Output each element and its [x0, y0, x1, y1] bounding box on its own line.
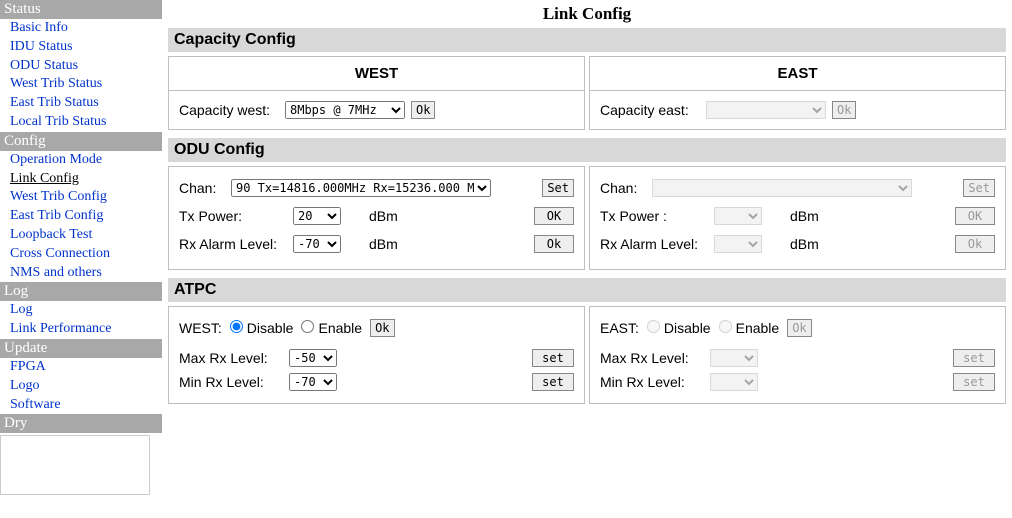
atpc-west-maxrx-label: Max Rx Level:: [179, 350, 289, 366]
odu-west-chan-label: Chan:: [179, 180, 225, 196]
nav-link[interactable]: Logo: [0, 377, 162, 396]
atpc-section-title: ATPC: [168, 278, 1006, 302]
odu-east-chan-select[interactable]: [652, 179, 912, 197]
odu-west-rxal-label: Rx Alarm Level:: [179, 236, 289, 252]
nav-link[interactable]: Basic Info: [0, 19, 162, 38]
atpc-west-maxrx-set-button[interactable]: set: [532, 349, 574, 367]
odu-west-txp-select[interactable]: 20: [293, 207, 341, 225]
nav-link[interactable]: West Trib Status: [0, 75, 162, 94]
nav-link[interactable]: IDU Status: [0, 38, 162, 57]
sidebar: StatusBasic InfoIDU StatusODU StatusWest…: [0, 0, 162, 495]
nav-link[interactable]: East Trib Status: [0, 94, 162, 113]
atpc-east-panel: EAST: Disable Enable Ok Max Rx Level: se…: [589, 306, 1006, 404]
odu-east-txp-label: Tx Power :: [600, 208, 710, 224]
atpc-west-minrx-label: Min Rx Level:: [179, 374, 289, 390]
odu-west-txp-unit: dBm: [367, 208, 398, 224]
main-content: Link Config Capacity Config WEST Capacit…: [162, 0, 1012, 495]
capacity-east-panel: EAST Capacity east: Ok: [589, 56, 1006, 130]
atpc-east-ok-button[interactable]: Ok: [787, 319, 811, 337]
nav-link[interactable]: FPGA: [0, 358, 162, 377]
odu-east-rxal-unit: dBm: [788, 236, 819, 252]
nav-link[interactable]: Cross Connection: [0, 245, 162, 264]
odu-west-txp-ok-button[interactable]: OK: [534, 207, 574, 225]
capacity-west-ok-button[interactable]: Ok: [411, 101, 435, 119]
capacity-west-panel: WEST Capacity west: 8Mbps @ 7MHz Ok: [168, 56, 585, 130]
nav-group-header: Log: [0, 282, 162, 301]
odu-east-txp-select[interactable]: [714, 207, 762, 225]
nav-link[interactable]: Local Trib Status: [0, 113, 162, 132]
odu-west-rxal-unit: dBm: [367, 236, 398, 252]
atpc-west-panel: WEST: Disable Enable Ok Max Rx Level: -5…: [168, 306, 585, 404]
nav-link[interactable]: Link Config: [0, 170, 162, 189]
capacity-east-head: EAST: [590, 57, 1005, 91]
odu-west-rxal-ok-button[interactable]: Ok: [534, 235, 574, 253]
nav-link[interactable]: West Trib Config: [0, 188, 162, 207]
page-title: Link Config: [168, 0, 1006, 28]
atpc-west-minrx-set-button[interactable]: set: [532, 373, 574, 391]
atpc-east-maxrx-label: Max Rx Level:: [600, 350, 710, 366]
odu-east-rxal-ok-button[interactable]: Ok: [955, 235, 995, 253]
odu-east-chan-label: Chan:: [600, 180, 646, 196]
atpc-east-maxrx-set-button[interactable]: set: [953, 349, 995, 367]
nav-link[interactable]: Software: [0, 396, 162, 415]
atpc-west-minrx-select[interactable]: -70: [289, 373, 337, 391]
atpc-west-label: WEST:: [179, 320, 222, 336]
odu-west-chan-select[interactable]: 90 Tx=14816.000MHz Rx=15236.000 MHz: [231, 179, 491, 197]
capacity-west-label: Capacity west:: [179, 102, 279, 118]
odu-west-panel: Chan: 90 Tx=14816.000MHz Rx=15236.000 MH…: [168, 166, 585, 270]
atpc-east-minrx-select[interactable]: [710, 373, 758, 391]
nav-group-header: Status: [0, 0, 162, 19]
odu-section-title: ODU Config: [168, 138, 1006, 162]
atpc-east-disable-radio[interactable]: [647, 320, 660, 333]
dry-box: [0, 435, 150, 495]
atpc-west-ok-button[interactable]: Ok: [370, 319, 394, 337]
odu-east-txp-ok-button[interactable]: OK: [955, 207, 995, 225]
nav-group-header: Update: [0, 339, 162, 358]
atpc-east-enable-radio-label[interactable]: Enable: [719, 320, 780, 336]
odu-east-rxal-label: Rx Alarm Level:: [600, 236, 710, 252]
nav-link[interactable]: Link Performance: [0, 320, 162, 339]
odu-west-chan-set-button[interactable]: Set: [542, 179, 574, 197]
atpc-west-enable-radio-label[interactable]: Enable: [301, 320, 362, 336]
nav-link[interactable]: Log: [0, 301, 162, 320]
capacity-east-ok-button[interactable]: Ok: [832, 101, 856, 119]
capacity-west-select[interactable]: 8Mbps @ 7MHz: [285, 101, 405, 119]
atpc-west-maxrx-select[interactable]: -50: [289, 349, 337, 367]
nav-link[interactable]: Loopback Test: [0, 226, 162, 245]
atpc-east-enable-radio[interactable]: [719, 320, 732, 333]
atpc-west-disable-radio[interactable]: [230, 320, 243, 333]
atpc-west-disable-radio-label[interactable]: Disable: [230, 320, 294, 336]
odu-east-panel: Chan: Set Tx Power : dBm OK: [589, 166, 1006, 270]
atpc-east-disable-radio-label[interactable]: Disable: [647, 320, 711, 336]
capacity-west-head: WEST: [169, 57, 584, 91]
nav-group-header: Dry: [0, 414, 162, 433]
atpc-east-minrx-label: Min Rx Level:: [600, 374, 710, 390]
capacity-east-select[interactable]: [706, 101, 826, 119]
nav-link[interactable]: NMS and others: [0, 264, 162, 283]
capacity-section-title: Capacity Config: [168, 28, 1006, 52]
nav-link[interactable]: ODU Status: [0, 57, 162, 76]
capacity-east-label: Capacity east:: [600, 102, 700, 118]
nav-group-header: Config: [0, 132, 162, 151]
nav-link[interactable]: Operation Mode: [0, 151, 162, 170]
odu-east-txp-unit: dBm: [788, 208, 819, 224]
atpc-east-maxrx-select[interactable]: [710, 349, 758, 367]
atpc-west-enable-radio[interactable]: [301, 320, 314, 333]
nav-link[interactable]: East Trib Config: [0, 207, 162, 226]
atpc-east-label: EAST:: [600, 320, 639, 336]
atpc-east-minrx-set-button[interactable]: set: [953, 373, 995, 391]
odu-west-txp-label: Tx Power:: [179, 208, 289, 224]
odu-east-chan-set-button[interactable]: Set: [963, 179, 995, 197]
odu-east-rxal-select[interactable]: [714, 235, 762, 253]
odu-west-rxal-select[interactable]: -70: [293, 235, 341, 253]
